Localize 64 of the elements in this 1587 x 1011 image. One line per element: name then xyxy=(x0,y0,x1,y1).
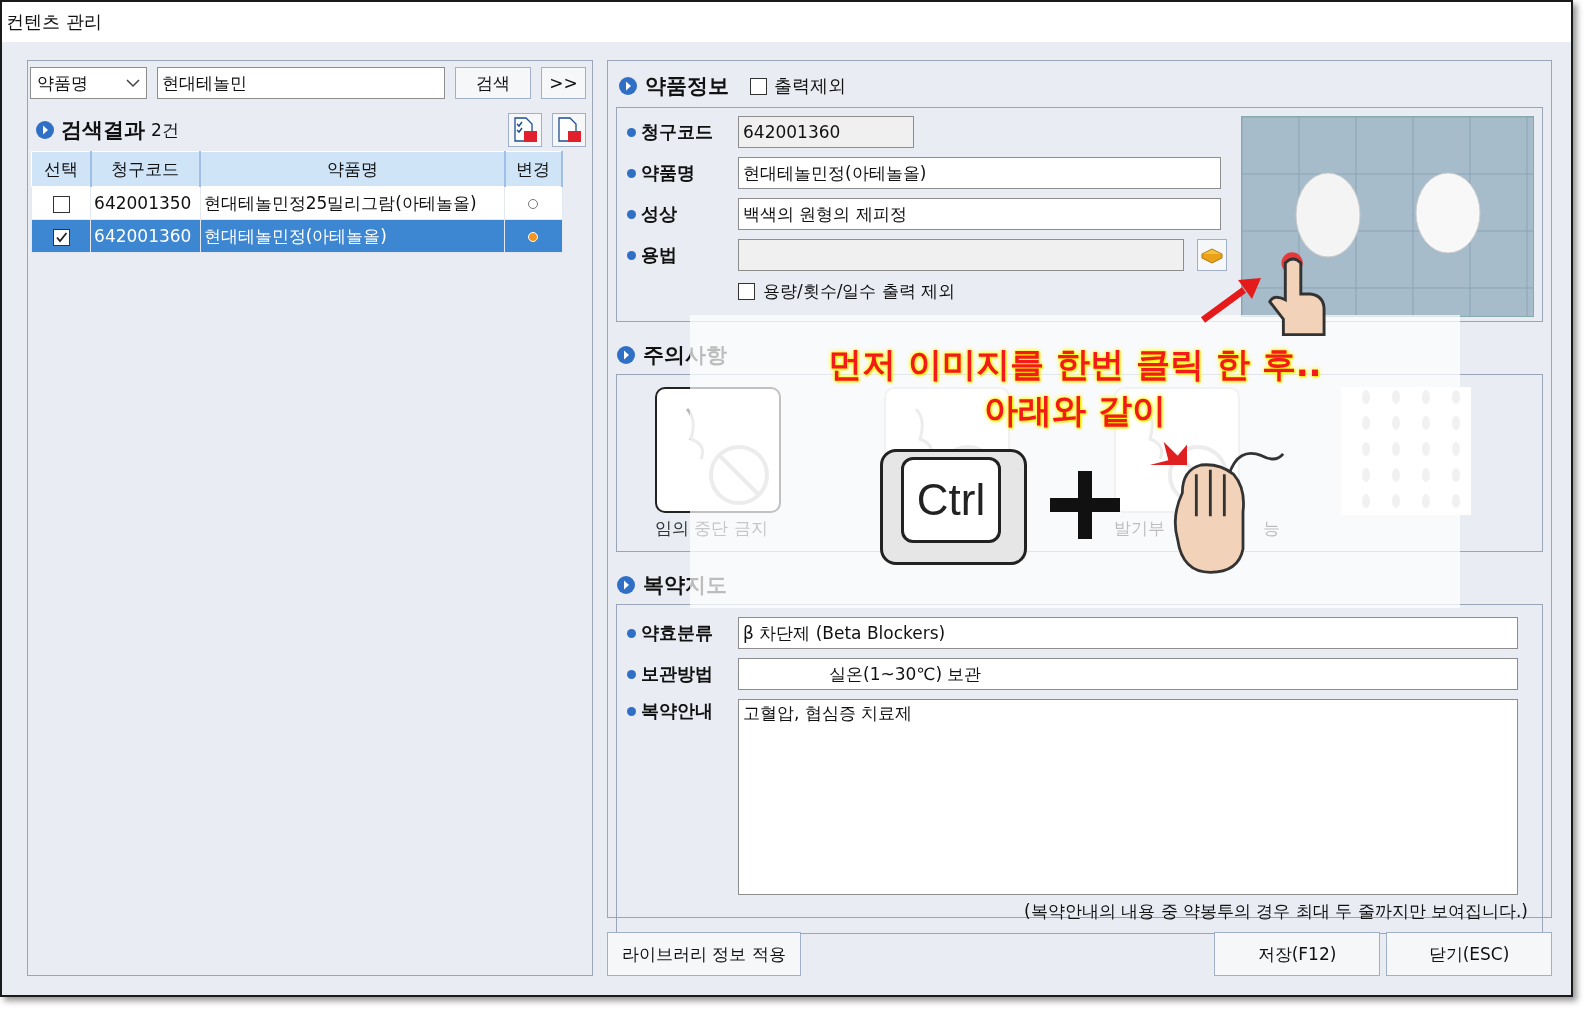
note-text: (복약안내의 내용 중 약봉투의 경우 최대 두 줄까지만 보여집니다.) xyxy=(1023,900,1529,923)
checkbox[interactable] xyxy=(52,228,70,246)
field-label: 약품명 xyxy=(641,161,695,185)
ctrl-key: Ctrl xyxy=(880,449,1027,565)
book-button[interactable] xyxy=(1197,239,1227,271)
section-marker-icon xyxy=(616,345,636,365)
table-cell: 현대테놀민정(아테놀올) xyxy=(200,219,505,253)
table-row[interactable]: 642001360 현대테놀민정(아테놀올) xyxy=(31,219,562,253)
input-field[interactable]: 실온(1~30℃) 보관 xyxy=(738,658,1518,690)
deselect-all-button[interactable] xyxy=(552,113,586,147)
checkbox-label: 용량/횟수/일수 출력 제외 xyxy=(763,280,956,303)
table-row[interactable]: 642001350 현대테놀민정25밀리그람(아테놀올) xyxy=(31,186,562,220)
input-field[interactable]: 현대테놀민정(아테놀올) xyxy=(738,157,1221,189)
instruction-text: 아래와 같이 xyxy=(984,389,1166,432)
bullet-icon xyxy=(627,669,636,679)
column-header[interactable]: 약품명 xyxy=(200,151,505,187)
section-title: 약품정보 xyxy=(645,73,729,100)
bullet-icon xyxy=(627,250,636,260)
bullet-icon xyxy=(627,706,636,716)
expand-button[interactable]: >> xyxy=(541,67,586,99)
column-header[interactable]: 선택 xyxy=(31,151,91,187)
caution-label: 능 xyxy=(1262,517,1280,540)
field-label: 청구코드 xyxy=(641,120,713,144)
select-all-button[interactable] xyxy=(508,113,542,147)
section-marker-icon xyxy=(35,120,55,140)
table-cell: 642001350 xyxy=(90,186,201,220)
arrow-icon xyxy=(1200,277,1262,323)
text-area[interactable]: 고혈압, 협심증 치료제 xyxy=(738,699,1518,895)
save-button[interactable]: 저장(F12) xyxy=(1214,932,1380,976)
caution-label: 발기부 xyxy=(1113,517,1165,540)
column-header[interactable]: 청구코드 xyxy=(90,151,201,187)
table-cell: 642001360 xyxy=(90,219,201,253)
input-field[interactable]: 백색의 원형의 제피정 xyxy=(738,198,1221,230)
table-cell: 현대테놀민정25밀리그람(아테놀올) xyxy=(200,186,505,220)
field-label: 성상 xyxy=(641,202,677,226)
section-title: 복약지도 xyxy=(643,572,727,599)
search-field[interactable]: 현대테놀민 xyxy=(157,67,445,99)
checkbox[interactable] xyxy=(738,283,755,300)
bullet-icon xyxy=(627,628,636,638)
chevron-icon xyxy=(126,78,140,88)
close-button[interactable]: 닫기(ESC) xyxy=(1386,932,1552,976)
field-label: 용법 xyxy=(641,243,677,267)
code-field: 642001360 xyxy=(738,116,914,148)
section-marker-icon xyxy=(618,76,638,96)
search-button[interactable]: 검색 xyxy=(455,67,531,99)
bullet-icon xyxy=(627,127,636,137)
field-label: 복약안내 xyxy=(641,699,713,723)
search-type-dropdown[interactable]: 약품명 xyxy=(30,67,147,99)
column-header[interactable]: 변경 xyxy=(504,151,562,187)
apply-library-button[interactable]: 라이브러리 정보 적용 xyxy=(607,932,801,976)
section-title: 검색결과 xyxy=(61,117,145,144)
checkbox-label: 출력제외 xyxy=(774,74,846,98)
bullet-icon xyxy=(627,168,636,178)
result-count: 2건 xyxy=(151,118,179,142)
input-field[interactable]: β 차단제 (Beta Blockers) xyxy=(738,617,1518,649)
field-label: 약효분류 xyxy=(641,621,713,645)
section-title: 주의사항 xyxy=(643,342,727,369)
checkbox[interactable] xyxy=(750,77,767,95)
field-label: 보관방법 xyxy=(641,662,713,686)
instruction-text: 먼저 이미지를 한번 클릭 한 후.. xyxy=(828,343,1322,386)
bullet-icon xyxy=(627,209,636,219)
checkbox[interactable] xyxy=(52,195,70,213)
section-marker-icon xyxy=(616,575,636,595)
window-title: 컨텐츠 관리 xyxy=(6,10,102,34)
